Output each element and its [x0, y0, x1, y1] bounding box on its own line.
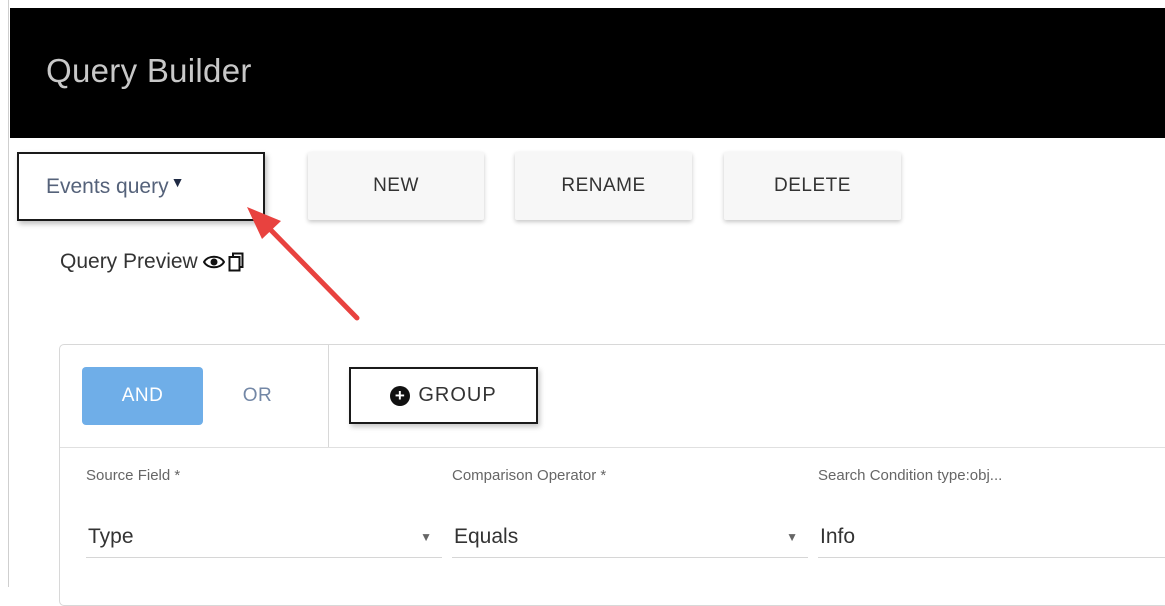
eye-icon[interactable] [202, 254, 225, 270]
source-field-select[interactable]: Type ▼ [86, 517, 442, 558]
comparison-operator-select[interactable]: Equals ▼ [452, 517, 808, 558]
copy-icon[interactable] [228, 252, 244, 272]
divider [328, 345, 329, 447]
source-field[interactable]: Source Field * Type ▼ [86, 467, 442, 558]
and-toggle[interactable]: AND [82, 367, 203, 425]
rename-button[interactable]: RENAME [515, 152, 692, 220]
caret-down-icon: ▼ [786, 530, 798, 544]
or-toggle[interactable]: OR [210, 367, 305, 425]
query-preview: Query Preview [60, 250, 244, 274]
comparison-operator-field[interactable]: Comparison Operator * Equals ▼ [452, 467, 808, 558]
search-condition-field[interactable]: Search Condition type:obj... Info [818, 467, 1165, 558]
query-preview-label: Query Preview [60, 250, 198, 273]
add-group-button[interactable]: + GROUP [349, 367, 538, 424]
delete-button[interactable]: DELETE [724, 152, 901, 220]
preview-icons [202, 252, 244, 272]
search-condition-value: Info [820, 525, 856, 548]
source-field-label: Source Field * [86, 467, 181, 484]
caret-down-icon: ▼ [420, 530, 432, 544]
source-field-value: Type [88, 525, 134, 548]
window-edge [8, 0, 9, 587]
caret-down-icon: ▼ [170, 173, 185, 190]
search-condition-label: Search Condition type:obj... [818, 467, 1003, 484]
comparison-operator-value: Equals [454, 525, 519, 548]
comparison-operator-label: Comparison Operator * [452, 467, 607, 484]
app-header: Query Builder [10, 8, 1165, 138]
top-strip [0, 0, 1165, 8]
divider [60, 447, 1165, 448]
search-condition-input[interactable]: Info [818, 517, 1165, 558]
add-group-label: GROUP [418, 384, 497, 406]
page-title: Query Builder [46, 52, 252, 89]
new-button[interactable]: NEW [308, 152, 484, 220]
query-selector-label: Events query [46, 174, 169, 198]
plus-circle-icon: + [390, 385, 411, 406]
query-selector-dropdown[interactable]: Events query ▼ [17, 152, 265, 221]
query-group-panel: AND OR + GROUP Source Field * Type ▼ Com… [59, 344, 1165, 606]
